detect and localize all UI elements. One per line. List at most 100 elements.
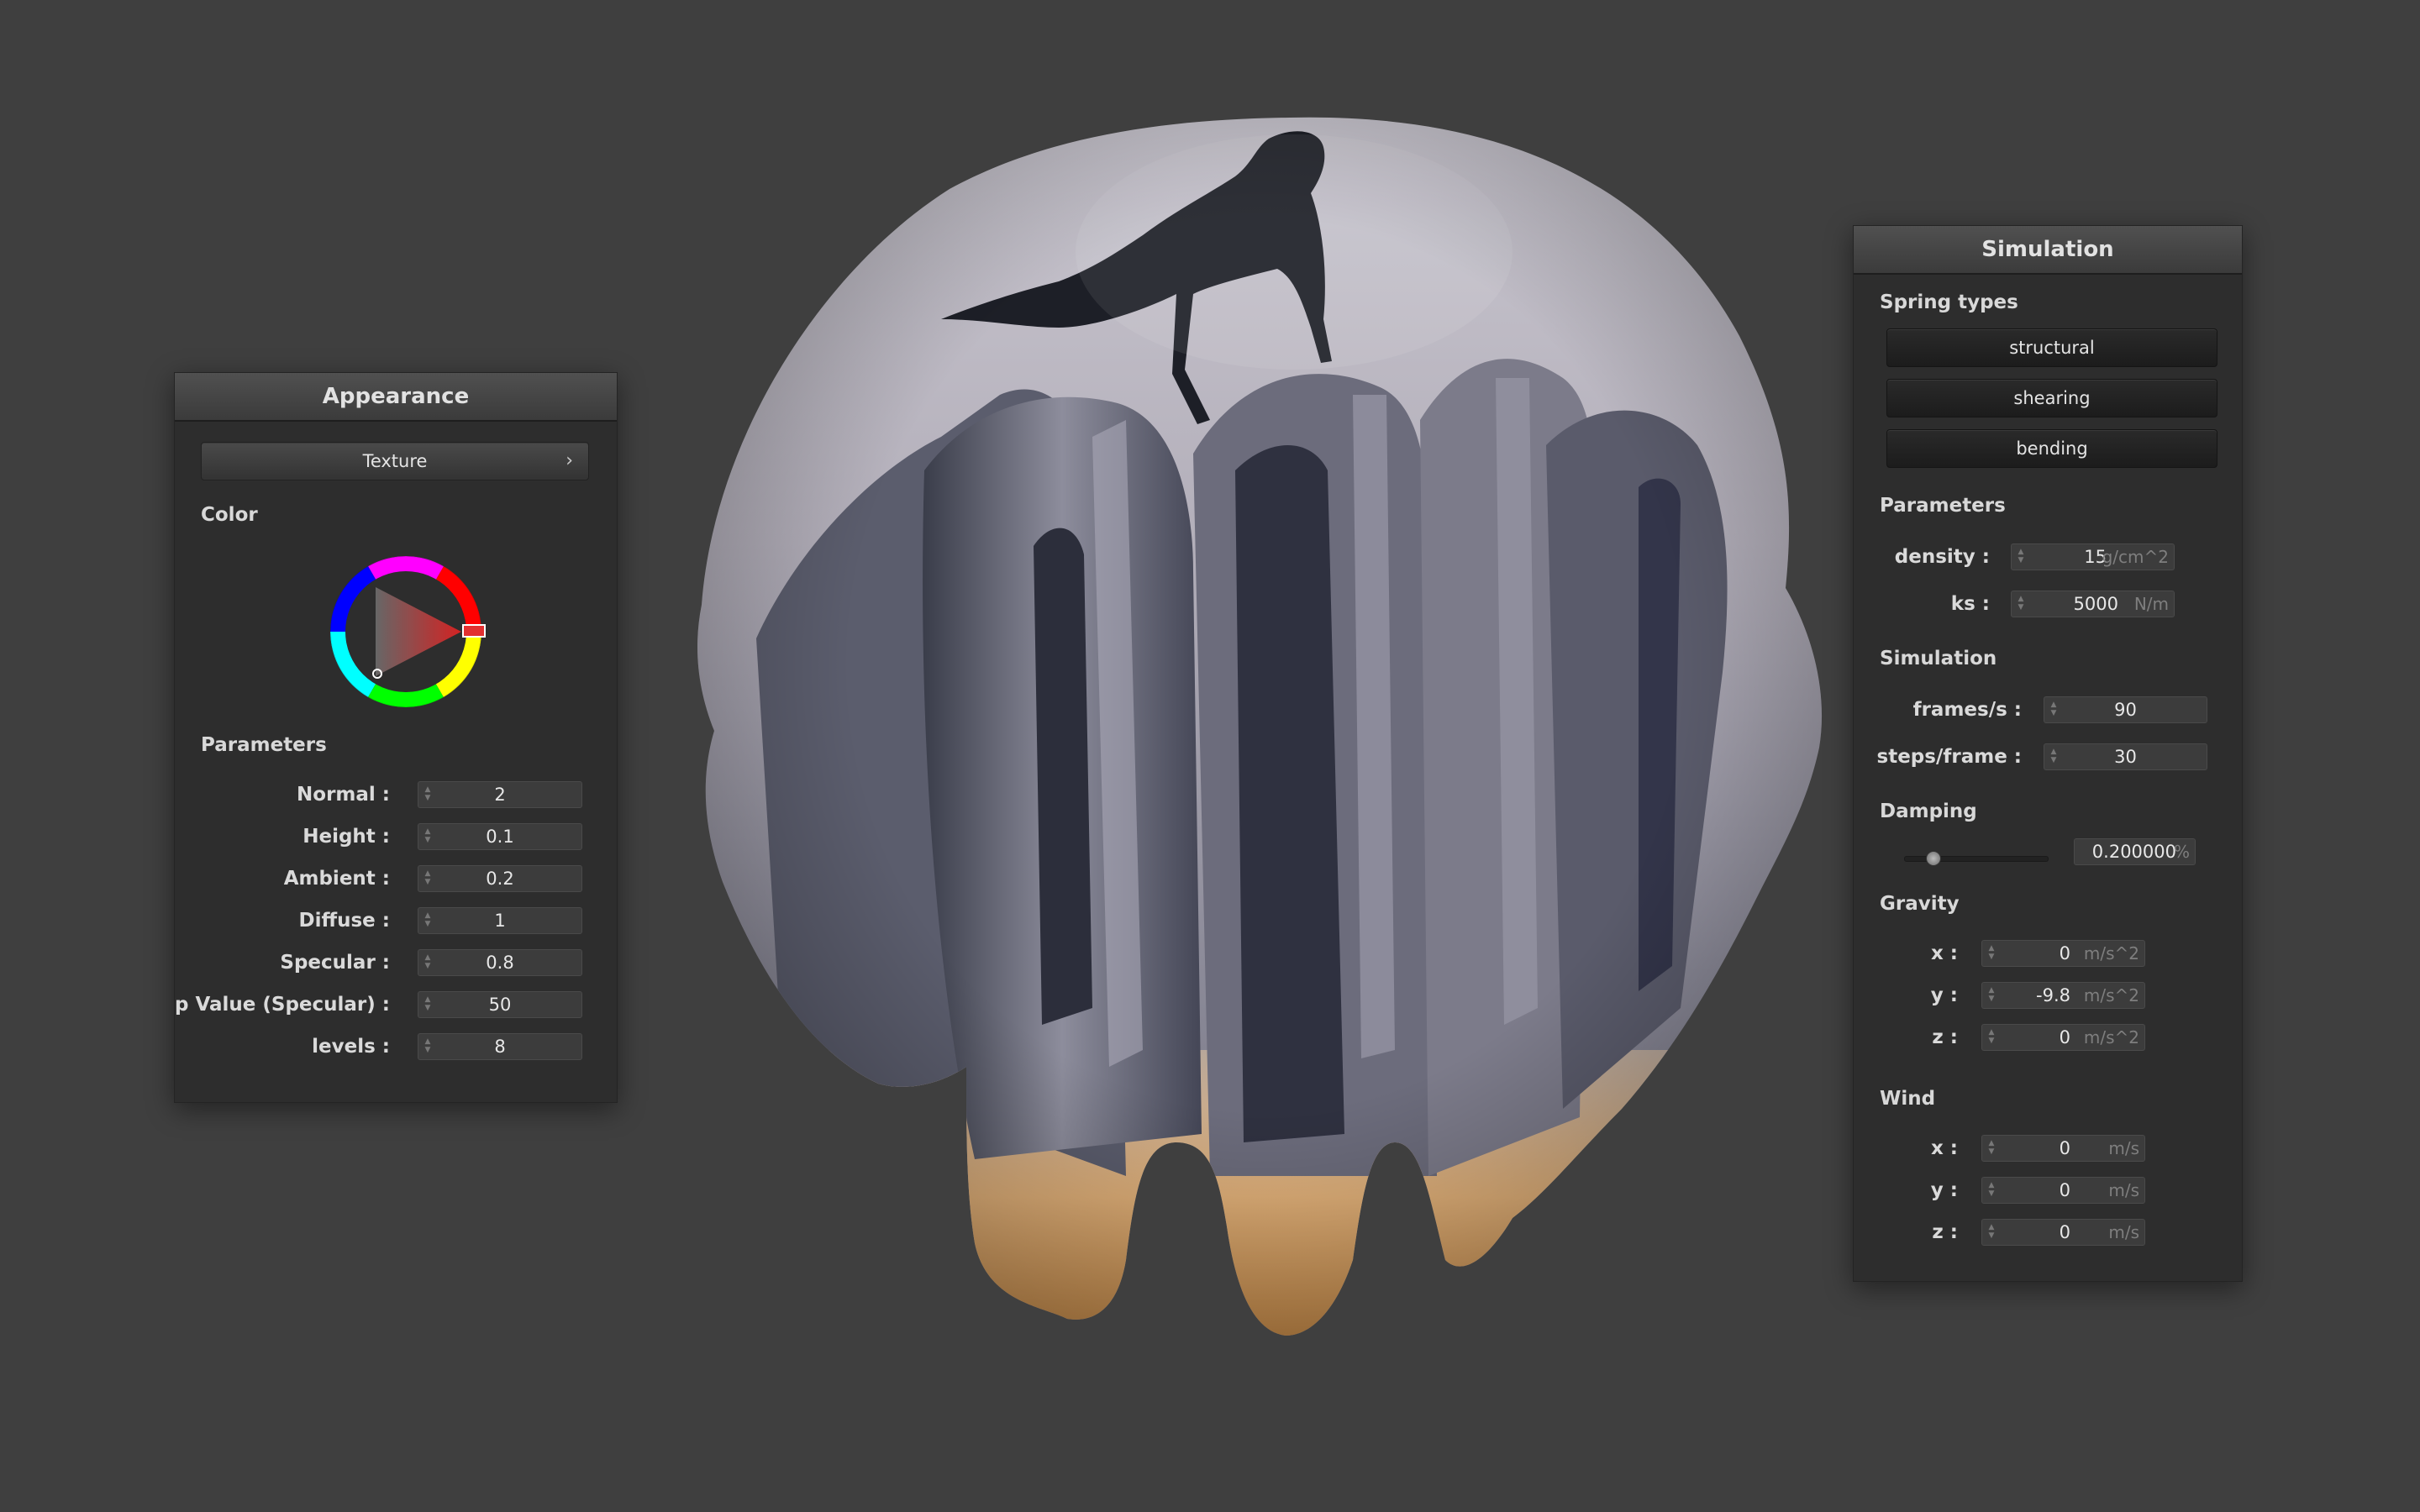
frames-label: frames/s : (1912, 699, 2022, 721)
wind-z-spinbox[interactable]: ▲ ▼ 0 m/s (1981, 1219, 2145, 1246)
steps-spinbox[interactable]: ▲ ▼ 30 (2044, 743, 2207, 770)
wind-x-spinbox[interactable]: ▲ ▼ 0 m/s (1981, 1135, 2145, 1162)
gravity-z-value: 0 (2059, 1027, 2070, 1047)
appearance-param-value: 2 (494, 785, 506, 805)
gravity-y-unit: m/s^2 (2083, 985, 2139, 1005)
appearance-param-spinbox[interactable]: ▲ ▼ 0.1 (418, 823, 582, 850)
appearance-param-label: Diffuse : (298, 910, 390, 932)
density-unit: g/cm^2 (2102, 547, 2169, 567)
gravity-z-unit: m/s^2 (2083, 1027, 2139, 1047)
gravity-z-spinbox[interactable]: ▲ ▼ 0 m/s^2 (1981, 1024, 2145, 1051)
simulation-section-label: Simulation (1880, 648, 1997, 669)
steps-value: 30 (2114, 747, 2137, 767)
wind-y-spinbox[interactable]: ▲ ▼ 0 m/s (1981, 1177, 2145, 1204)
wind-x-label: x : (1930, 1137, 1958, 1159)
spin-arrows-icon[interactable]: ▲ ▼ (1987, 1028, 1996, 1047)
wind-y-value: 0 (2059, 1180, 2070, 1200)
spin-arrows-icon[interactable]: ▲ ▼ (1987, 944, 1996, 963)
gravity-x-row: x : ▲ ▼ 0 m/s^2 (1854, 940, 2242, 967)
appearance-param-row: Ambient : ▲ ▼ 0.2 (175, 865, 617, 892)
appearance-param-row: Normal : ▲ ▼ 2 (175, 781, 617, 808)
spin-arrows-icon[interactable]: ▲ ▼ (1987, 1223, 1996, 1242)
wind-y-row: y : ▲ ▼ 0 m/s (1854, 1177, 2242, 1204)
density-row: density : ▲ ▼ 15 g/cm^2 (1854, 543, 2242, 570)
appearance-param-label: Height : (302, 826, 390, 848)
damping-label: Damping (1880, 801, 1977, 822)
color-section-label: Color (201, 504, 258, 526)
gravity-y-value: -9.8 (2036, 985, 2070, 1005)
appearance-param-spinbox[interactable]: ▲ ▼ 8 (418, 1033, 582, 1060)
wind-z-row: z : ▲ ▼ 0 m/s (1854, 1219, 2242, 1246)
appearance-param-row: Diffuse : ▲ ▼ 1 (175, 907, 617, 934)
ks-label: ks : (1950, 593, 1990, 615)
spin-arrows-icon[interactable]: ▲ ▼ (2017, 548, 2025, 566)
gravity-label: Gravity (1880, 893, 1960, 915)
damping-value: 0.200000 (2091, 842, 2176, 862)
spin-arrows-icon[interactable]: ▲ ▼ (1987, 986, 1996, 1005)
spring-types-label: Spring types (1880, 291, 2018, 313)
appearance-param-spinbox[interactable]: ▲ ▼ 2 (418, 781, 582, 808)
wind-label: Wind (1880, 1088, 1936, 1110)
ks-unit: N/m (2133, 594, 2169, 614)
ks-spinbox[interactable]: ▲ ▼ 5000 N/m (2011, 591, 2175, 617)
gravity-y-label: y : (1930, 984, 1958, 1006)
wind-x-value: 0 (2059, 1138, 2070, 1158)
bending-button[interactable]: bending (1886, 429, 2217, 468)
shearing-button[interactable]: shearing (1886, 379, 2217, 417)
steps-label: steps/frame : (1876, 746, 2022, 768)
frames-value: 90 (2114, 700, 2137, 720)
appearance-param-value: 50 (488, 995, 512, 1015)
gravity-y-row: y : ▲ ▼ -9.8 m/s^2 (1854, 982, 2242, 1009)
wind-y-unit: m/s (2108, 1180, 2139, 1200)
appearance-param-spinbox[interactable]: ▲ ▼ 1 (418, 907, 582, 934)
gravity-z-label: z : (1932, 1026, 1958, 1048)
texture-button-label: Texture (362, 451, 428, 471)
appearance-param-row: Specular : ▲ ▼ 0.8 (175, 949, 617, 976)
appearance-param-label: levels : (312, 1036, 390, 1058)
wind-z-label: z : (1932, 1221, 1958, 1243)
appearance-param-label: Specular : (280, 952, 390, 974)
appearance-param-value: 0.2 (486, 869, 514, 889)
density-label: density : (1894, 546, 1990, 568)
density-spinbox[interactable]: ▲ ▼ 15 g/cm^2 (2011, 543, 2175, 570)
chevron-right-icon: › (566, 450, 573, 471)
appearance-param-value: 1 (494, 911, 506, 931)
appearance-panel: Appearance Texture › Color Parameters No… (174, 372, 618, 1103)
wind-y-label: y : (1930, 1179, 1958, 1201)
appearance-param-row: p Value (Specular) : ▲ ▼ 50 (175, 991, 617, 1018)
appearance-param-value: 0.1 (486, 827, 514, 847)
appearance-param-spinbox[interactable]: ▲ ▼ 0.2 (418, 865, 582, 892)
structural-button[interactable]: structural (1886, 328, 2217, 367)
color-wheel[interactable] (322, 548, 490, 716)
damping-spinbox[interactable]: 0.200000 % (2074, 838, 2196, 865)
frames-spinbox[interactable]: ▲ ▼ 90 (2044, 696, 2207, 723)
gravity-x-spinbox[interactable]: ▲ ▼ 0 m/s^2 (1981, 940, 2145, 967)
appearance-param-spinbox[interactable]: ▲ ▼ 0.8 (418, 949, 582, 976)
appearance-param-row: Height : ▲ ▼ 0.1 (175, 823, 617, 850)
spin-arrows-icon[interactable]: ▲ ▼ (1987, 1139, 1996, 1158)
appearance-param-spinbox[interactable]: ▲ ▼ 50 (418, 991, 582, 1018)
ks-value: 5000 (2073, 594, 2118, 614)
appearance-param-label: Ambient : (283, 868, 390, 890)
spin-arrows-icon[interactable]: ▲ ▼ (1987, 1181, 1996, 1200)
sim-parameters-label: Parameters (1880, 495, 2006, 517)
gravity-x-unit: m/s^2 (2083, 943, 2139, 963)
wind-z-value: 0 (2059, 1222, 2070, 1242)
ks-row: ks : ▲ ▼ 5000 N/m (1854, 591, 2242, 617)
appearance-param-label: p Value (Specular) : (174, 994, 390, 1016)
gravity-y-spinbox[interactable]: ▲ ▼ -9.8 m/s^2 (1981, 982, 2145, 1009)
appearance-parameters-label: Parameters (201, 734, 327, 756)
simulation-panel: Simulation Spring types structural shear… (1853, 225, 2243, 1282)
simulation-panel-title: Simulation (1854, 226, 2242, 275)
appearance-param-row: levels : ▲ ▼ 8 (175, 1033, 617, 1060)
steps-row: steps/frame : ▲ ▼ 30 (1854, 743, 2242, 770)
appearance-panel-title: Appearance (175, 373, 617, 422)
damping-slider-handle[interactable] (1926, 851, 1942, 866)
damping-slider[interactable] (1904, 849, 2049, 866)
wind-x-row: x : ▲ ▼ 0 m/s (1854, 1135, 2242, 1162)
gravity-x-value: 0 (2059, 943, 2070, 963)
spin-arrows-icon[interactable]: ▲ ▼ (2017, 595, 2025, 613)
texture-button[interactable]: Texture › (201, 442, 589, 480)
wind-z-unit: m/s (2108, 1222, 2139, 1242)
gravity-z-row: z : ▲ ▼ 0 m/s^2 (1854, 1024, 2242, 1051)
